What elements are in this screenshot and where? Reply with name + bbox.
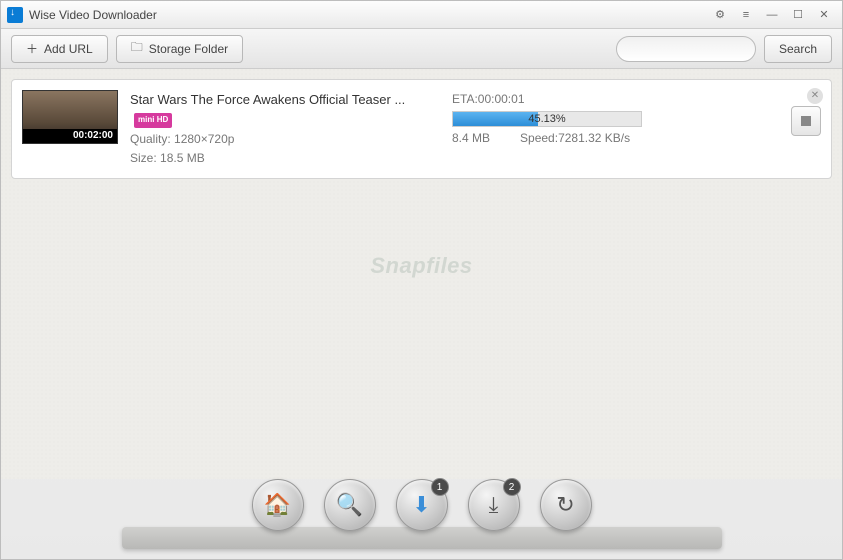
titlebar: Wise Video Downloader ⚙ ≡ — ☐ ✕ [1,1,842,29]
download-list: 00:02:00 Star Wars The Force Awakens Off… [1,69,842,479]
window-title: Wise Video Downloader [29,8,706,22]
menu-icon[interactable]: ≡ [734,6,758,24]
storage-folder-button[interactable]: 🗀 Storage Folder [116,35,243,63]
watermark: Snapfiles [370,253,472,279]
downloaded-badge: 2 [503,478,521,496]
size-label: Size: [130,151,157,165]
video-thumbnail: 00:02:00 [22,90,118,144]
downloading-button[interactable]: ⬇ 1 [396,479,448,531]
eta-value: 00:00:01 [478,92,525,106]
quality-value: 1280×720p [174,132,234,146]
quality-label: Quality: [130,132,171,146]
hd-badge: mini HD [134,113,172,128]
plus-icon: ＋ [26,40,38,57]
speed-value: 7281.32 KB/s [558,131,630,145]
home-icon: 🏠 [264,492,291,518]
minimize-button[interactable]: — [760,6,784,24]
dock: 🏠 🔍 ⬇ 1 ⤓ 2 ↻ [1,479,842,559]
folder-icon: 🗀 [131,38,143,59]
refresh-button[interactable]: ↻ [540,479,592,531]
search-input[interactable] [616,36,756,62]
size-value: 18.5 MB [160,151,205,165]
progress-text: 45.13% [453,112,641,126]
remove-item-button[interactable]: ✕ [807,88,823,104]
refresh-icon: ↻ [556,492,574,518]
speed-label: Speed: [520,131,558,145]
settings-gear-icon[interactable]: ⚙ [708,6,732,24]
download-tray-icon: ⤓ [489,492,499,518]
search-button-label: Search [779,42,817,56]
app-icon [7,7,23,23]
search-button[interactable]: Search [764,35,832,63]
search-dock-button[interactable]: 🔍 [324,479,376,531]
close-window-button[interactable]: ✕ [812,6,836,24]
downloaded-button[interactable]: ⤓ 2 [468,479,520,531]
add-url-button[interactable]: ＋ Add URL [11,35,108,63]
progress-bar: 45.13% [452,111,642,127]
home-button[interactable]: 🏠 [252,479,304,531]
duration-label: 00:02:00 [23,129,117,143]
arrow-down-icon: ⬇ [412,492,430,518]
storage-folder-label: Storage Folder [149,42,228,56]
stop-button[interactable] [791,106,821,136]
add-url-label: Add URL [44,42,93,56]
toolbar: ＋ Add URL 🗀 Storage Folder Search [1,29,842,69]
magnify-icon: 🔍 [336,492,363,518]
downloading-badge: 1 [431,478,449,496]
stop-icon [801,116,811,126]
video-title: Star Wars The Force Awakens Official Tea… [130,92,405,107]
downloaded-value: 8.4 MB [452,129,490,148]
maximize-button[interactable]: ☐ [786,6,810,24]
eta-label: ETA: [452,92,478,106]
download-item: 00:02:00 Star Wars The Force Awakens Off… [11,79,832,179]
